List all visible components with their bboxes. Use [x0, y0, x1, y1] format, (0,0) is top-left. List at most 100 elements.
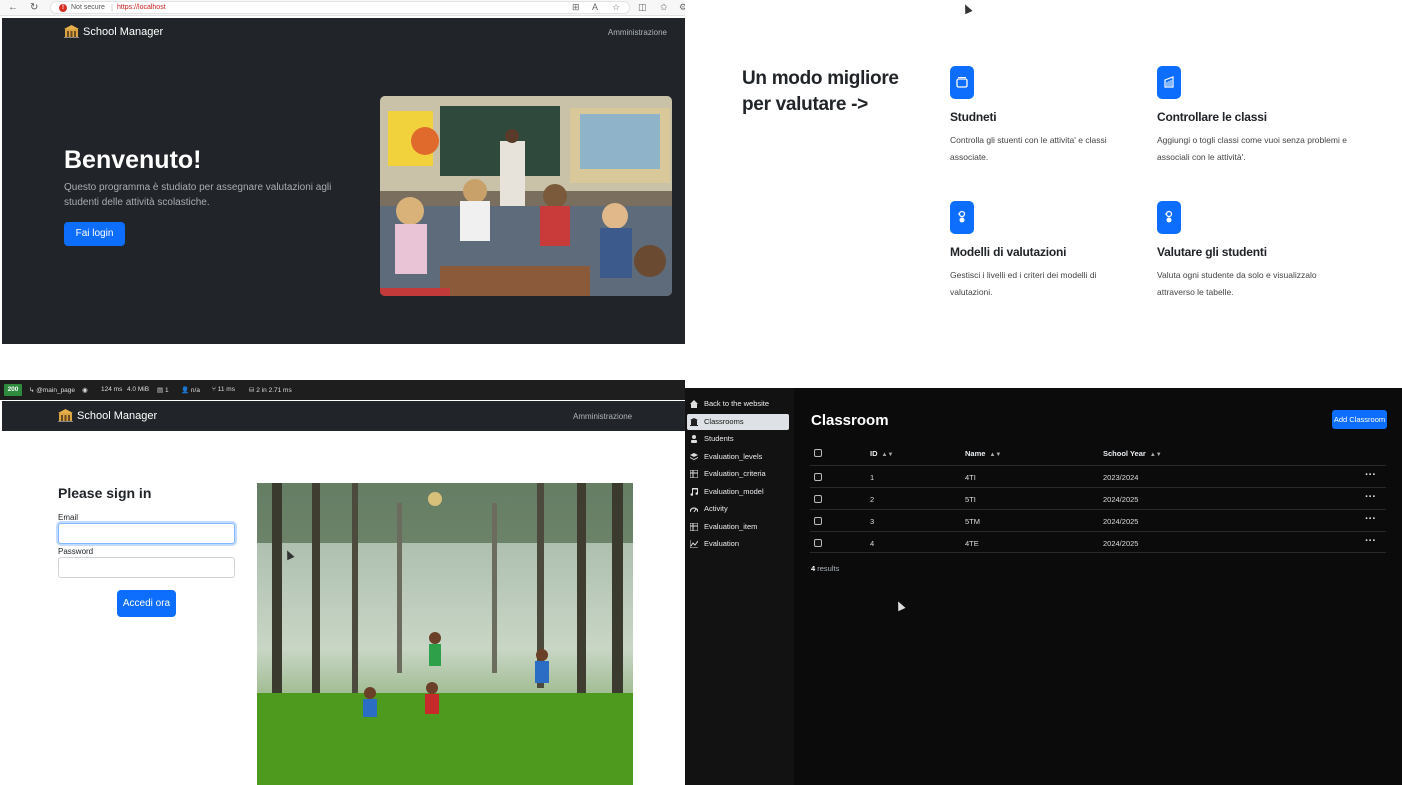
results-count: 4 results	[811, 564, 839, 573]
school-logo-icon	[64, 25, 79, 38]
database-item[interactable]: ⛁ 2 in 2.71 ms	[249, 386, 292, 394]
memory-value: 4.0	[127, 386, 137, 393]
admin-link[interactable]: Amministrazione	[608, 28, 667, 37]
hero-text: Questo programma è studiato per assegnar…	[64, 182, 332, 208]
sidebar-item-label: Evaluation_item	[704, 522, 758, 531]
symfony-logo-icon[interactable]: ◉	[82, 386, 88, 394]
memory-unit: MiB	[137, 386, 150, 393]
read-aloud-icon[interactable]: A	[592, 2, 598, 13]
add-classroom-button[interactable]: Add Classroom	[1332, 410, 1387, 429]
table-row[interactable]: 2 5TI 2024/2025 ···	[810, 487, 1386, 509]
mouse-cursor-icon	[894, 599, 906, 612]
table-row[interactable]: 1 4TI 2023/2024 ···	[810, 465, 1386, 487]
translate-icon[interactable]: ⊞	[572, 2, 580, 13]
admin-link[interactable]: Amministrazione	[573, 412, 632, 421]
home-icon	[690, 400, 698, 408]
favorites-icon[interactable]: ✩	[660, 2, 668, 13]
screenshot-collage: ← ↻ ! Not secure | https://localhost ⊞ A…	[0, 0, 1402, 785]
reload-icon[interactable]: ↻	[30, 2, 38, 13]
toggles-icon	[950, 201, 974, 234]
cell-school-year: 2024/2025	[1103, 517, 1139, 526]
security-label: Not secure	[71, 4, 105, 11]
sidebar-item-evaluation-criteria[interactable]: Evaluation_criteria	[687, 466, 789, 482]
row-checkbox[interactable]	[814, 539, 822, 547]
brand-name: School Manager	[83, 26, 164, 38]
music-icon	[690, 488, 698, 496]
table-row[interactable]: 4 4TE 2024/2025 ···	[810, 531, 1386, 553]
sidebar-item-evaluation-item[interactable]: Evaluation_item	[687, 519, 789, 535]
user-value: n/a	[190, 387, 200, 394]
feature-description: Controlla gli stuenti con le attivita' e…	[950, 135, 1107, 162]
sidebar-item-evaluation-levels[interactable]: Evaluation_levels	[687, 449, 789, 465]
cell-id: 3	[870, 517, 875, 526]
cell-name: 5TM	[965, 517, 980, 526]
memory-item[interactable]: 4.0 MiB	[127, 386, 149, 393]
sidebar-item-back[interactable]: Back to the website	[687, 396, 789, 412]
feature-title: Modelli di valutazioni	[950, 245, 1067, 259]
user-icon	[691, 435, 697, 443]
sidebar-item-label: Back to the website	[704, 399, 770, 408]
split-screen-icon[interactable]: ◫	[638, 2, 647, 13]
brand-name: School Manager	[77, 410, 158, 422]
page-title: Classroom	[811, 412, 889, 429]
sidebar-item-students[interactable]: Students	[687, 431, 789, 447]
cell-school-year: 2024/2025	[1103, 495, 1139, 504]
admin-panel: Back to the website Classrooms Students …	[685, 388, 1402, 785]
hero-section: Benvenuto! Questo programma è studiato p…	[2, 47, 685, 344]
forms-count: 1	[164, 387, 169, 394]
status-code-badge[interactable]: 200	[4, 384, 22, 396]
submit-login-button[interactable]: Accedi ora	[117, 590, 176, 617]
feature-description: Gestisci i livelli ed i criteri dei mode…	[950, 270, 1097, 297]
select-all-checkbox[interactable]	[814, 449, 822, 457]
top-navbar: School Manager Amministrazione	[2, 18, 685, 47]
brand-link[interactable]: School Manager	[64, 25, 163, 38]
row-actions-icon[interactable]: ···	[1365, 535, 1376, 547]
user-item[interactable]: 👤 n/a	[181, 386, 200, 394]
cell-school-year: 2023/2024	[1103, 473, 1139, 482]
feature-description: Aggiungi o togli classi come vuoi senza …	[1157, 135, 1347, 162]
route-item[interactable]: ↳ @main_page	[29, 386, 75, 394]
table-row[interactable]: 3 5TM 2024/2025 ···	[810, 509, 1386, 531]
feature-title: Controllare le classi	[1157, 110, 1267, 124]
email-field[interactable]	[58, 523, 235, 544]
sidebar-item-evaluation-model[interactable]: Evaluation_model	[687, 484, 789, 500]
back-arrow-icon[interactable]: ←	[8, 2, 18, 13]
password-field[interactable]	[58, 557, 235, 578]
cell-name: 4TE	[965, 539, 979, 548]
table-icon	[690, 523, 698, 531]
row-actions-icon[interactable]: ···	[1365, 513, 1376, 525]
cell-id: 4	[870, 539, 875, 548]
column-label: Name	[965, 449, 986, 458]
column-header-school-year[interactable]: School Year ▲▼	[1103, 449, 1162, 458]
row-checkbox[interactable]	[814, 517, 822, 525]
layers-icon	[690, 453, 698, 460]
row-checkbox[interactable]	[814, 473, 822, 481]
sidebar-item-classrooms[interactable]: Classrooms	[687, 414, 789, 430]
forest-photo	[257, 483, 633, 785]
sidebar-item-evaluation[interactable]: Evaluation	[687, 536, 789, 552]
row-actions-icon[interactable]: ···	[1365, 469, 1376, 481]
time-item[interactable]: 124 ms	[101, 386, 122, 393]
row-actions-icon[interactable]: ···	[1365, 491, 1376, 503]
column-header-name[interactable]: Name ▲▼	[965, 449, 1001, 458]
hero-title: Benvenuto!	[64, 146, 202, 174]
login-button[interactable]: Fai login	[64, 222, 125, 246]
brand-link[interactable]: School Manager	[58, 409, 157, 422]
db-in: in	[261, 387, 267, 394]
browser-toolbar: ← ↻ ! Not secure | https://localhost ⊞ A…	[0, 0, 687, 16]
column-header-id[interactable]: ID ▲▼	[870, 449, 893, 458]
db-unit: ms	[283, 387, 292, 394]
school-icon	[690, 418, 698, 426]
feature-classes: Controllare le classi Aggiungi o togli c…	[1157, 66, 1357, 166]
row-checkbox[interactable]	[814, 495, 822, 503]
column-label: ID	[870, 449, 878, 458]
route-name: @main_page	[36, 387, 76, 394]
sidebar-item-activity[interactable]: Activity	[687, 501, 789, 517]
forms-item[interactable]: ▤ 1	[157, 386, 169, 394]
sidebar-item-label: Classrooms	[704, 417, 744, 426]
features-heading: Un modo migliore per valutare ->	[742, 68, 899, 115]
favorite-star-icon[interactable]: ☆	[612, 2, 620, 13]
time-value: 124	[101, 386, 112, 393]
twig-item[interactable]: ⑂ 11 ms	[212, 386, 235, 393]
address-bar[interactable]: ! Not secure | https://localhost	[50, 1, 630, 14]
